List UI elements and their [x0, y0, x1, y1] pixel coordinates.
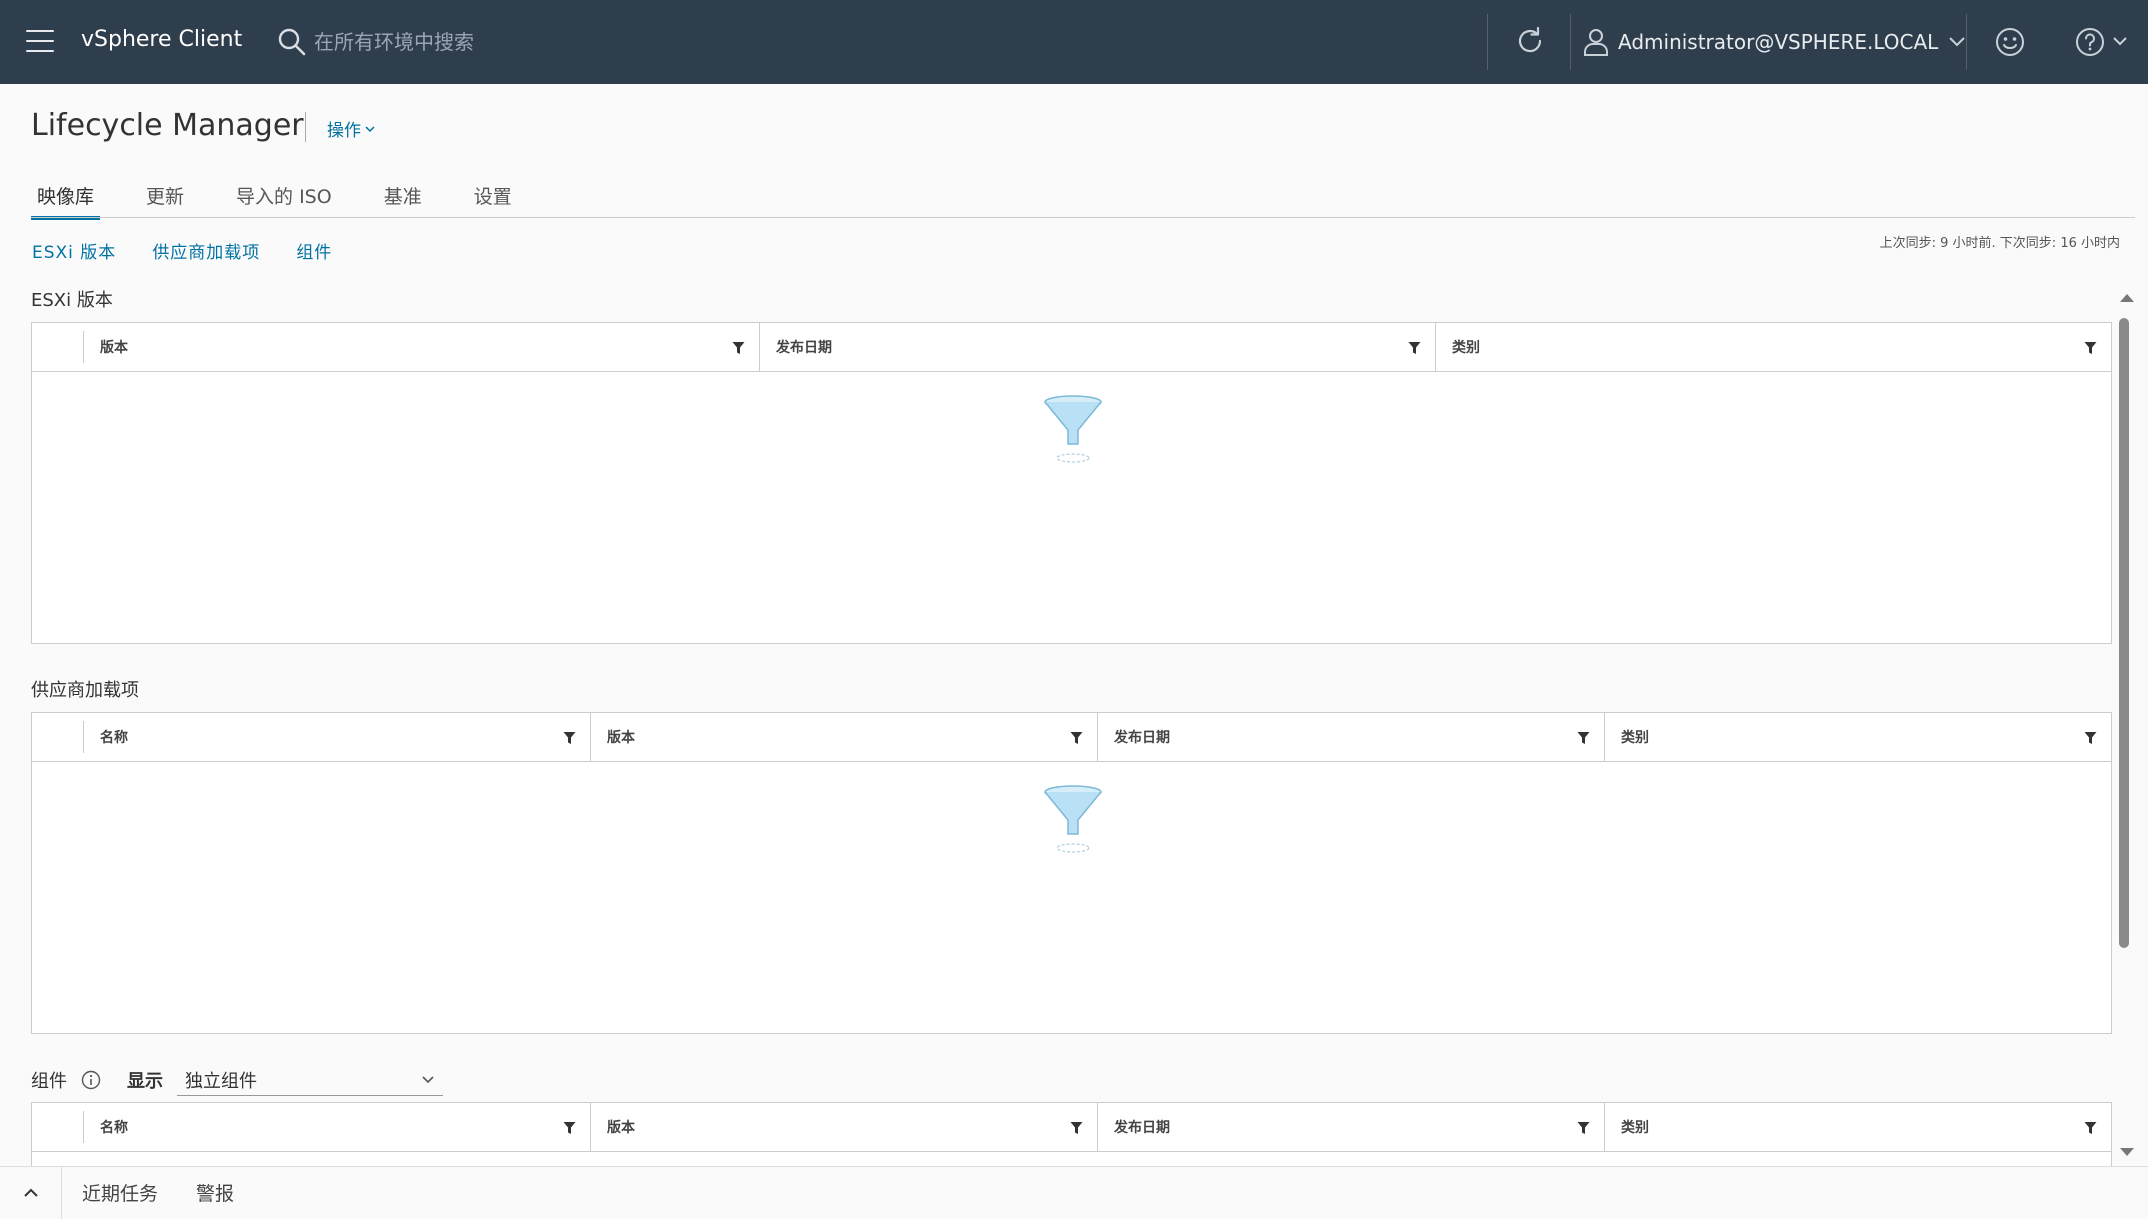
empty-filter-icon	[1044, 785, 1102, 853]
help-icon	[2076, 28, 2104, 56]
column-header-version[interactable]: 版本	[591, 713, 1098, 761]
tabs-underline	[31, 217, 2135, 218]
link-components[interactable]: 组件	[296, 238, 332, 263]
actions-menu[interactable]: 操作	[327, 116, 375, 141]
header-divider	[1487, 14, 1488, 70]
column-label: 发布日期	[776, 340, 832, 356]
user-menu[interactable]: Administrator@VSPHERE.LOCAL	[1582, 22, 1966, 62]
column-header-version[interactable]: 版本	[84, 323, 760, 371]
user-name: Administrator@VSPHERE.LOCAL	[1618, 30, 1939, 54]
menu-icon[interactable]	[26, 30, 54, 52]
info-icon[interactable]	[81, 1070, 101, 1090]
filter-icon[interactable]	[2084, 1121, 2097, 1135]
header-divider	[1570, 14, 1571, 70]
grid-header: 名称 版本 发布日期 类别	[32, 1103, 2111, 1152]
app-title[interactable]: vSphere Client	[81, 27, 242, 52]
components-show-select[interactable]: 独立组件	[177, 1064, 443, 1096]
chevron-up-icon	[23, 1188, 38, 1197]
tab-image-depot[interactable]: 映像库	[31, 178, 101, 220]
chevron-down-icon	[422, 1075, 434, 1083]
bottom-panel-toggle[interactable]	[0, 1166, 62, 1219]
link-vendor-addons[interactable]: 供应商加载项	[152, 238, 260, 263]
user-icon	[1584, 29, 1608, 56]
scroll-up-arrow-icon[interactable]	[2120, 294, 2134, 302]
show-label: 显示	[127, 1071, 163, 1092]
column-label: 发布日期	[1114, 730, 1170, 746]
chevron-down-icon	[2113, 37, 2127, 46]
column-header-category[interactable]: 类别	[1605, 713, 2111, 761]
tab-baselines[interactable]: 基准	[378, 178, 428, 218]
search-icon	[278, 28, 306, 56]
filter-icon[interactable]	[732, 341, 745, 355]
tab-imported-iso[interactable]: 导入的 ISO	[230, 178, 338, 218]
column-label: 版本	[100, 340, 128, 356]
column-label: 发布日期	[1114, 1120, 1170, 1136]
column-label: 名称	[100, 1120, 128, 1136]
header-divider	[1966, 14, 1967, 70]
bottom-panel-bar: 近期任务 警报	[0, 1166, 2148, 1219]
page-scrollbar[interactable]	[2115, 290, 2134, 1160]
filter-icon[interactable]	[563, 731, 576, 745]
top-header: vSphere Client Administrator@VSPHERE.LOC…	[0, 0, 2148, 84]
scrollbar-thumb[interactable]	[2119, 318, 2129, 948]
scroll-down-arrow-icon[interactable]	[2120, 1148, 2134, 1156]
components-header: 组件 显示 独立组件	[31, 1064, 443, 1096]
select-column	[32, 331, 84, 363]
column-label: 版本	[607, 1120, 635, 1136]
recent-tasks-tab[interactable]: 近期任务	[82, 1179, 158, 1206]
grid-body	[32, 762, 2111, 1033]
column-label: 类别	[1621, 1120, 1649, 1136]
filter-icon[interactable]	[1070, 731, 1083, 745]
alarms-tab[interactable]: 警报	[196, 1179, 234, 1206]
page-title: Lifecycle Manager	[31, 108, 304, 143]
filter-icon[interactable]	[2084, 731, 2097, 745]
chevron-down-icon	[365, 125, 375, 132]
column-label: 类别	[1621, 730, 1649, 746]
main-tabs: 映像库 更新 导入的 ISO 基准 设置	[31, 178, 558, 220]
column-header-version[interactable]: 版本	[591, 1103, 1098, 1151]
global-search-input[interactable]	[314, 22, 814, 62]
column-header-category[interactable]: 类别	[1436, 323, 2111, 371]
help-menu[interactable]	[2074, 26, 2128, 58]
vendor-addons-grid: 名称 版本 发布日期 类别	[31, 712, 2112, 1034]
section-title-esxi: ESXi 版本	[31, 290, 113, 311]
filter-icon[interactable]	[563, 1121, 576, 1135]
select-column	[32, 1111, 84, 1143]
esxi-versions-grid: 版本 发布日期 类别	[31, 322, 2112, 644]
refresh-icon[interactable]	[1513, 24, 1547, 58]
sync-status: 上次同步: 9 小时前. 下次同步: 16 小时内	[1879, 236, 2120, 251]
filter-icon[interactable]	[2084, 341, 2097, 355]
column-header-release-date[interactable]: 发布日期	[1098, 1103, 1605, 1151]
column-label: 类别	[1452, 340, 1480, 356]
section-title-vendor: 供应商加载项	[31, 680, 139, 701]
actions-label: 操作	[327, 121, 361, 141]
tab-settings[interactable]: 设置	[468, 178, 518, 218]
tab-updates[interactable]: 更新	[140, 178, 190, 218]
filter-icon[interactable]	[1070, 1121, 1083, 1135]
filter-icon[interactable]	[1577, 731, 1590, 745]
grid-header: 名称 版本 发布日期 类别	[32, 713, 2111, 762]
filter-icon[interactable]	[1408, 341, 1421, 355]
title-divider	[305, 112, 306, 142]
column-header-name[interactable]: 名称	[84, 713, 591, 761]
column-header-name[interactable]: 名称	[84, 1103, 591, 1151]
column-header-release-date[interactable]: 发布日期	[760, 323, 1436, 371]
empty-filter-icon	[1044, 395, 1102, 463]
link-esxi-versions[interactable]: ESXi 版本	[32, 238, 116, 263]
section-title-components: 组件	[31, 1071, 67, 1092]
select-value: 独立组件	[185, 1070, 257, 1092]
select-column	[32, 721, 84, 753]
chevron-down-icon	[1949, 37, 1966, 47]
grid-body	[32, 372, 2111, 643]
column-header-category[interactable]: 类别	[1605, 1103, 2111, 1151]
column-label: 版本	[607, 730, 635, 746]
column-label: 名称	[100, 730, 128, 746]
filter-icon[interactable]	[1577, 1121, 1590, 1135]
section-links: ESXi 版本 供应商加载项 组件	[32, 238, 368, 263]
column-header-release-date[interactable]: 发布日期	[1098, 713, 1605, 761]
components-grid: 名称 版本 发布日期 类别	[31, 1102, 2112, 1166]
feedback-smiley-icon[interactable]	[1994, 26, 2026, 58]
grid-header: 版本 发布日期 类别	[32, 323, 2111, 372]
